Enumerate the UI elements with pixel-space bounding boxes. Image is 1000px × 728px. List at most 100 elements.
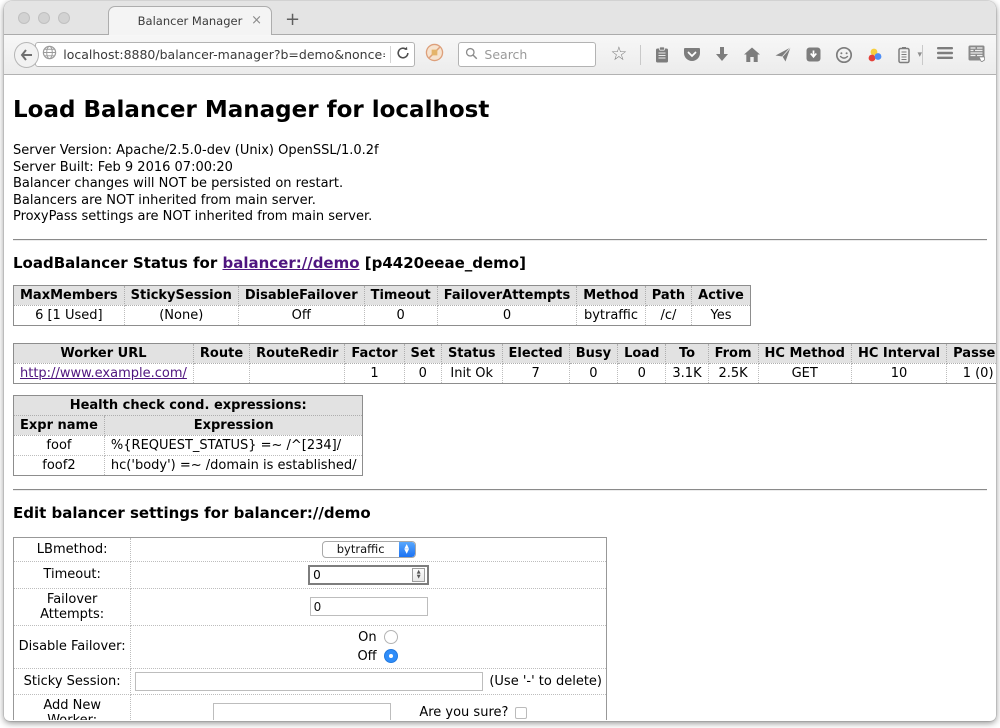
timeout-input[interactable]: 0 ▲▼ — [308, 565, 429, 585]
disable-failover-radios: On Off — [340, 629, 398, 665]
home-icon[interactable] — [743, 46, 761, 63]
col-passes: Passes — [947, 343, 996, 363]
close-window-button[interactable] — [18, 12, 30, 24]
edit-balancer-form: LBmethod: bytraffic ▲▼ Timeout: 0 — [13, 537, 607, 721]
send-icon[interactable] — [774, 46, 792, 63]
col-active: Active — [692, 285, 751, 305]
confirm-label: Are you sure? — [419, 705, 508, 720]
device-battery-icon[interactable] — [897, 46, 911, 64]
col-expr-name: Expr name — [14, 415, 105, 435]
url-bar[interactable]: localhost:8880/balancer-manager?b=demo&n… — [35, 42, 415, 67]
timeout-row: Timeout: 0 ▲▼ — [14, 561, 607, 588]
worker-header-row: Worker URL Route RouteRedir Factor Set S… — [14, 343, 997, 363]
col-path: Path — [645, 285, 691, 305]
extension-dots-icon[interactable] — [866, 46, 884, 64]
apps-grid-icon[interactable] — [967, 44, 986, 66]
val-hc-method: GET — [758, 363, 851, 383]
worker-table: Worker URL Route RouteRedir Factor Set S… — [13, 343, 996, 384]
col-hc-interval: HC Interval — [851, 343, 946, 363]
window-controls — [18, 12, 70, 24]
select-stepper-icon: ▲▼ — [399, 542, 415, 557]
radio-on-label: On — [358, 630, 376, 645]
url-text[interactable]: localhost:8880/balancer-manager?b=demo&n… — [63, 47, 385, 62]
val-failoverattempts: 0 — [437, 305, 577, 325]
tab-balancer-manager[interactable]: Balancer Manager × — [108, 6, 272, 35]
col-hc-method: HC Method — [758, 343, 851, 363]
col-set: Set — [404, 343, 441, 363]
reload-icon[interactable] — [396, 45, 410, 64]
minimize-window-button[interactable] — [38, 12, 50, 24]
val-to: 3.1K — [666, 363, 708, 383]
page-title: Load Balancer Manager for localhost — [13, 97, 987, 123]
page-content: Load Balancer Manager for localhost Serv… — [4, 75, 996, 720]
lbmethod-row: LBmethod: bytraffic ▲▼ — [14, 537, 607, 561]
tab-title: Balancer Manager — [138, 14, 243, 28]
back-button[interactable] — [14, 42, 39, 68]
col-stickysession: StickySession — [124, 285, 238, 305]
radio-off[interactable] — [384, 649, 398, 663]
lbmethod-select[interactable]: bytraffic ▲▼ — [322, 541, 416, 558]
server-built: Server Built: Feb 9 2016 07:00:20 — [13, 160, 987, 177]
status-heading: LoadBalancer Status for balancer://demo … — [13, 254, 987, 272]
add-worker-input[interactable] — [213, 703, 391, 720]
notice-inherit-balancers: Balancers are NOT inherited from main se… — [13, 193, 987, 210]
col-from: From — [708, 343, 758, 363]
val-timeout: 0 — [364, 305, 437, 325]
worker-url-link[interactable]: http://www.example.com/ — [20, 366, 187, 381]
new-tab-button[interactable]: + — [285, 9, 300, 30]
number-spinner-icon[interactable]: ▲▼ — [412, 568, 425, 582]
hc-title-row: Health check cond. expressions: — [14, 395, 363, 415]
failover-attempts-label: Failover Attempts: — [14, 588, 131, 625]
hc-header-row: Expr name Expression — [14, 415, 363, 435]
col-worker-url: Worker URL — [14, 343, 194, 363]
val-load: 0 — [618, 363, 666, 383]
failover-attempts-input[interactable] — [310, 597, 428, 616]
menu-hamburger-icon[interactable] — [936, 45, 954, 64]
radio-off-label: Off — [357, 649, 376, 664]
add-worker-row: Add New Worker: Are you sure? — [14, 694, 607, 720]
pocket-icon[interactable] — [683, 46, 701, 63]
expr-name-foof: foof — [14, 435, 105, 455]
val-routeredir — [250, 363, 345, 383]
balancer-demo-link[interactable]: balancer://demo — [222, 254, 359, 272]
status-heading-suffix: [p4420eeae_demo] — [365, 254, 526, 272]
col-failoverattempts: FailoverAttempts — [437, 285, 577, 305]
notice-persist: Balancer changes will NOT be persisted o… — [13, 176, 987, 193]
toolbar-right-cluster — [922, 44, 986, 66]
val-status: Init Ok — [441, 363, 502, 383]
content-blocker-icon[interactable] — [425, 43, 444, 66]
tab-close-icon[interactable]: × — [251, 13, 262, 28]
col-busy: Busy — [569, 343, 617, 363]
radio-on-row: On — [340, 629, 398, 646]
search-placeholder: Search — [484, 47, 527, 62]
bookmark-star-icon[interactable]: ☆ — [610, 45, 627, 64]
val-factor: 1 — [345, 363, 404, 383]
col-route: Route — [193, 343, 249, 363]
edit-heading: Edit balancer settings for balancer://de… — [13, 504, 987, 522]
clipboard-icon[interactable] — [654, 46, 670, 64]
feedback-smiley-icon[interactable] — [835, 46, 853, 64]
col-to: To — [666, 343, 708, 363]
add-worker-label: Add New Worker: — [14, 694, 131, 720]
val-set: 0 — [404, 363, 441, 383]
sticky-session-input[interactable] — [135, 672, 483, 691]
download-icon[interactable] — [714, 46, 730, 63]
val-passes: 1 (0) — [947, 363, 996, 383]
confirm-checkbox[interactable] — [515, 707, 527, 719]
radio-on[interactable] — [384, 630, 398, 644]
search-icon — [465, 45, 478, 64]
save-to-device-icon[interactable] — [805, 46, 822, 63]
worker-data-row: http://www.example.com/ 1 0 Init Ok 7 0 … — [14, 363, 997, 383]
val-busy: 0 — [569, 363, 617, 383]
val-maxmembers: 6 [1 Used] — [14, 305, 125, 325]
notice-inherit-proxypass: ProxyPass settings are NOT inherited fro… — [13, 209, 987, 226]
tab-strip: Balancer Manager × + — [4, 1, 996, 34]
toolbar-divider-2 — [922, 45, 923, 65]
timeout-value: 0 — [310, 568, 412, 582]
val-route — [193, 363, 249, 383]
toolbar-divider — [640, 45, 641, 65]
lbmethod-selected-value: bytraffic — [323, 542, 399, 557]
search-bar[interactable]: Search — [458, 42, 596, 67]
col-maxmembers: MaxMembers — [14, 285, 125, 305]
zoom-window-button[interactable] — [58, 12, 70, 24]
